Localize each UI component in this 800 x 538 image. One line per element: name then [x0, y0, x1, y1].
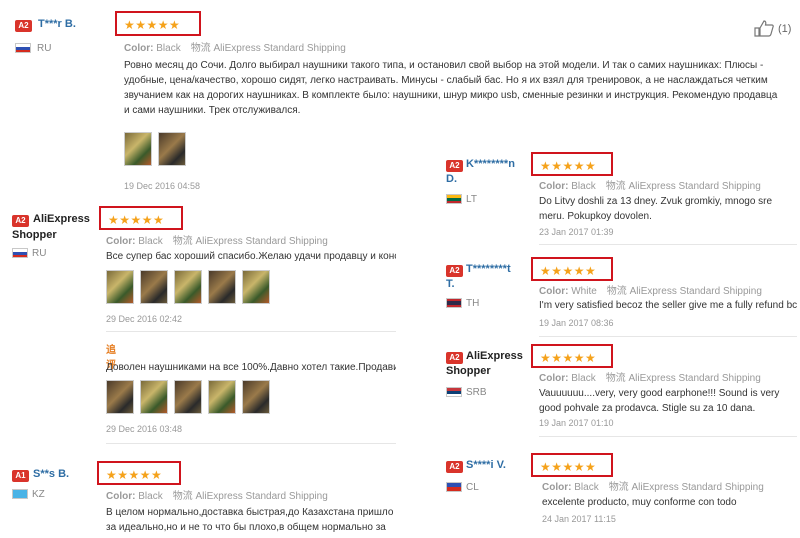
country-code: CL: [466, 482, 479, 493]
level-badge: A2: [446, 352, 463, 364]
review-date: 23 Jan 2017 01:39: [539, 227, 614, 237]
user-name[interactable]: T********t: [466, 263, 511, 276]
level-badge: A2: [15, 20, 32, 32]
flag-cl-icon: [446, 482, 462, 492]
user-name[interactable]: AliExpress: [33, 213, 90, 226]
star-rating: ★★★★★: [531, 257, 613, 281]
country-code: RU: [37, 43, 52, 54]
divider: [106, 331, 396, 332]
additional-review-date: 29 Dec 2016 03:48: [106, 424, 183, 434]
flag-ru-icon: [12, 248, 28, 258]
star-rating: ★★★★★: [531, 152, 613, 176]
flag-th-icon: [446, 298, 462, 308]
review-photo[interactable]: [124, 132, 152, 166]
review-meta: Color: Black 物流 AliExpress Standard Shipp…: [542, 482, 764, 493]
thumbs-up-icon: [754, 20, 774, 37]
star-rating: ★★★★★: [531, 344, 613, 368]
review-photo[interactable]: [208, 380, 236, 414]
user-name[interactable]: AliExpress: [466, 350, 523, 363]
review-date: 19 Jan 2017 01:10: [539, 418, 614, 428]
additional-photos: [106, 380, 270, 414]
star-rating: ★★★★★: [97, 461, 181, 485]
flag-lt-icon: [446, 194, 462, 204]
flag-kz-icon: [12, 489, 28, 499]
review-date: 19 Jan 2017 08:36: [539, 318, 614, 328]
review-photo[interactable]: [106, 270, 134, 304]
review-photo[interactable]: [242, 270, 270, 304]
country-code: TH: [466, 298, 480, 309]
level-badge: A1: [12, 470, 29, 482]
review-date: 19 Dec 2016 04:58: [124, 181, 201, 191]
review-photo[interactable]: [140, 380, 168, 414]
user-name[interactable]: S**s B.: [33, 468, 69, 481]
review-photo[interactable]: [174, 270, 202, 304]
user-name-wrap: D.: [446, 173, 457, 185]
review-photo[interactable]: [158, 132, 186, 166]
review-date: 29 Dec 2016 02:42: [106, 314, 183, 324]
review-photos: [124, 132, 186, 166]
review-text: Do Litvy doshli za 13 dney. Zvuk gromkiy…: [539, 196, 773, 222]
review-text: В целом нормально,доставка быстрая,до Ка…: [106, 507, 394, 533]
review-meta: Color: Black 物流 AliExpress Standard Shipp…: [106, 491, 328, 502]
review-photos: [106, 270, 270, 304]
review-photo[interactable]: [106, 380, 134, 414]
level-badge: A2: [12, 215, 29, 227]
review-date: 24 Jan 2017 11:15: [542, 514, 616, 524]
star-rating: ★★★★★: [531, 453, 613, 477]
country-code: RU: [32, 248, 47, 259]
divider: [539, 436, 797, 437]
review-meta: Color: Black 物流 AliExpress Standard Shipp…: [124, 43, 346, 54]
helpful-count: (1): [778, 22, 792, 35]
review-text: I'm very satisfied becoz the seller give…: [539, 300, 797, 311]
level-badge: A2: [446, 160, 463, 172]
review-meta: Color: Black 物流 AliExpress Standard Shipp…: [539, 373, 761, 384]
divider: [539, 336, 797, 337]
user-name[interactable]: K********n: [466, 158, 515, 171]
review-text: excelente producto, muy conforme con tod…: [542, 497, 737, 508]
review-text: Все супер бас хороший спасибо.Желаю удач…: [106, 251, 396, 262]
review-photo[interactable]: [174, 380, 202, 414]
helpful-button[interactable]: (1): [754, 20, 791, 37]
review-meta: Color: Black 物流 AliExpress Standard Shipp…: [106, 236, 328, 247]
star-rating: ★★★★★: [99, 206, 183, 230]
flag-ru-icon: [15, 43, 31, 53]
country-code: KZ: [32, 489, 45, 500]
additional-review-text: Доволен наушниками на все 100%.Давно хот…: [106, 362, 396, 373]
review-text: Ровно месяц до Сочи. Долго выбирал наушн…: [124, 60, 778, 116]
user-name[interactable]: S****i V.: [466, 459, 506, 472]
review-text: Vauuuuuu....very, very good earphone!!! …: [539, 388, 780, 414]
country-code: LT: [466, 194, 477, 205]
divider: [106, 443, 396, 444]
review-meta: Color: White 物流 AliExpress Standard Shipp…: [539, 286, 762, 297]
review-photo[interactable]: [242, 380, 270, 414]
review-photo[interactable]: [208, 270, 236, 304]
level-badge: A2: [446, 461, 463, 473]
flag-srb-icon: [446, 387, 462, 397]
divider: [539, 244, 797, 245]
review-meta: Color: Black 物流 AliExpress Standard Shipp…: [539, 181, 761, 192]
user-name[interactable]: T***r B.: [38, 18, 76, 31]
country-code: SRB: [466, 387, 487, 398]
user-name-wrap: Shopper: [12, 229, 57, 241]
level-badge: A2: [446, 265, 463, 277]
review-photo[interactable]: [140, 270, 168, 304]
user-name-wrap: Shopper: [446, 365, 491, 377]
star-rating: ★★★★★: [115, 11, 201, 36]
user-name-wrap: T.: [446, 278, 455, 290]
